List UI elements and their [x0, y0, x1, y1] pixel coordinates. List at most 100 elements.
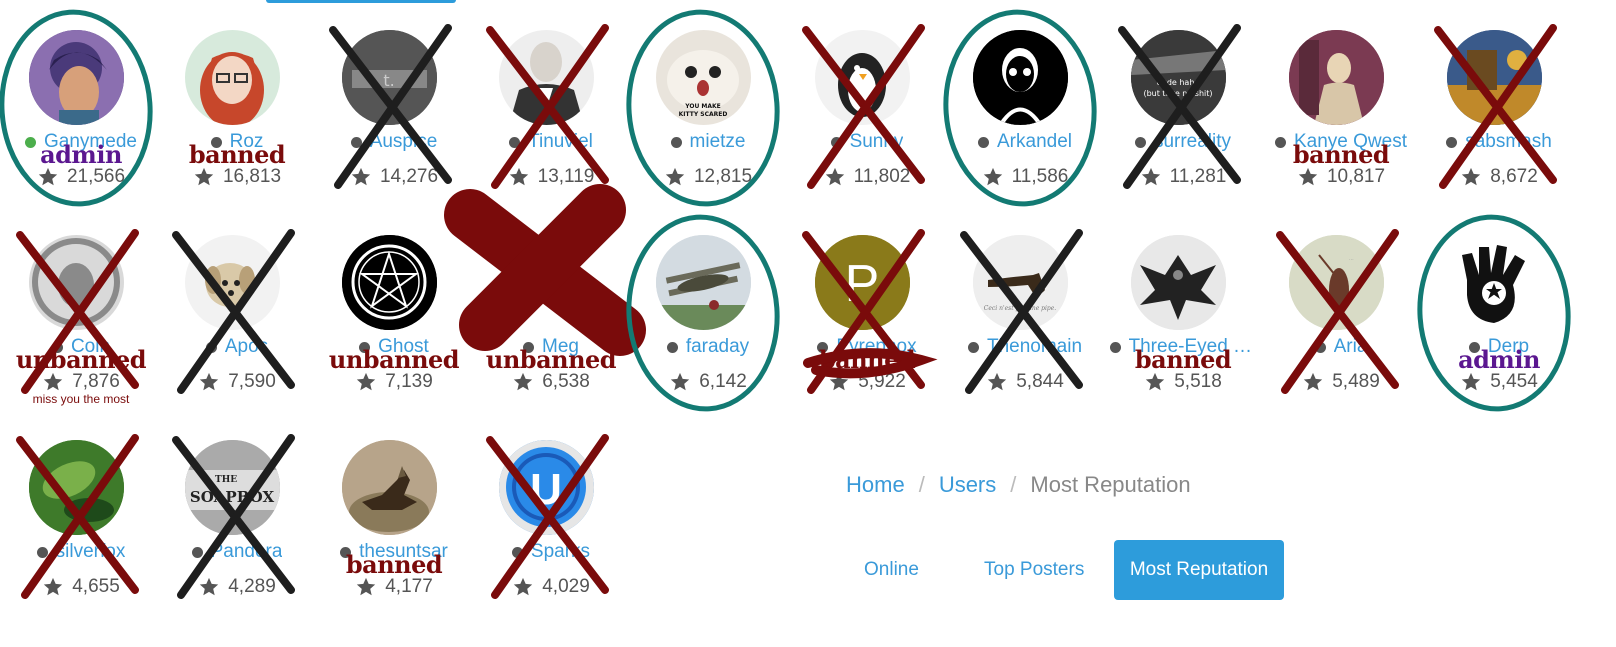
star-icon [665, 167, 685, 186]
user-avatar[interactable] [656, 235, 751, 330]
star-icon [44, 372, 63, 391]
user-card: Three-Eyed Crow 5,518 banned [1102, 205, 1257, 405]
user-card: Kanye Qwest 10,817 banned [1260, 0, 1410, 200]
user-name-link[interactable]: Apos [225, 336, 268, 358]
reputation-value: 4,029 [542, 576, 590, 597]
user-avatar[interactable] [29, 440, 124, 535]
user-avatar[interactable]: ... [1289, 235, 1384, 330]
user-name-link[interactable]: Thenomain [987, 336, 1082, 358]
user-name-link[interactable]: sabsmash [1465, 131, 1552, 153]
svg-text:YOU MAKE: YOU MAKE [684, 103, 721, 110]
user-avatar[interactable] [1447, 235, 1542, 330]
star-icon [200, 372, 219, 391]
banned-annotation: banned [1292, 140, 1390, 169]
star-icon [1462, 372, 1481, 391]
reputation-value: 10,817 [1326, 166, 1386, 187]
user-name-link[interactable]: Tinuviel [528, 131, 593, 153]
user-reputation: 4,289 [156, 575, 318, 599]
user-card: Ganymede 21,566 admin [0, 0, 150, 200]
user-name-link[interactable]: Pandora [211, 541, 283, 563]
user-avatar[interactable] [342, 440, 437, 535]
user-name-link[interactable]: silverfox [56, 541, 126, 563]
user-card: Sunny 11,802 [786, 0, 936, 200]
star-icon [357, 372, 376, 391]
star-icon [1146, 372, 1165, 391]
star-icon [1141, 167, 1160, 186]
breadcrumb-users-link[interactable]: Users [939, 472, 996, 498]
user-name-link[interactable]: Sparks [531, 541, 590, 563]
user-card: Meg 6,538 unbanned [470, 205, 620, 405]
svg-text:...: ... [1349, 256, 1354, 262]
svg-text:U: U [530, 465, 562, 514]
offline-status-icon [666, 341, 678, 353]
breadcrumb-home-link[interactable]: Home [846, 472, 905, 498]
star-icon [194, 167, 214, 186]
user-name-link[interactable]: Aria [1334, 336, 1368, 358]
user-name-row: Aria [1260, 335, 1422, 359]
user-avatar[interactable] [499, 235, 594, 330]
offline-status-icon [1446, 136, 1458, 148]
star-icon [514, 372, 533, 391]
user-avatar[interactable] [1447, 30, 1542, 125]
user-card: Derp 5,454 admin [1418, 205, 1568, 405]
breadcrumb-current: Most Reputation [1030, 472, 1191, 497]
user-avatar[interactable] [1289, 30, 1384, 125]
user-name-link[interactable]: surreality [1154, 131, 1231, 153]
user-card: Ghost 7,139 unbanned [313, 205, 463, 405]
unbanned-annotation: unbanned [485, 345, 617, 374]
svg-text:(but take no shit): (but take no shit) [1143, 89, 1212, 98]
star-icon [38, 167, 58, 186]
user-avatar[interactable]: Ceci n'est pas une pipe. [973, 235, 1068, 330]
offline-status-icon [350, 136, 362, 148]
user-name-link[interactable]: Sunny [850, 131, 904, 153]
user-card: Tinuviel 13,119 [470, 0, 620, 200]
user-avatar[interactable]: THE SOAPBOX [185, 440, 280, 535]
user-avatar[interactable] [342, 235, 437, 330]
user-name-row: Apos [156, 335, 318, 359]
user-avatar[interactable]: dude haha (but take no shit) [1131, 30, 1226, 125]
user-avatar[interactable]: YOU MAKE KITTY SCARED [656, 30, 751, 125]
user-avatar[interactable] [29, 30, 124, 125]
reputation-value: 4,655 [72, 576, 120, 597]
user-name-link[interactable]: Auspice [370, 131, 438, 153]
user-name-link[interactable]: faraday [686, 336, 749, 358]
user-card: Arkandel 11,586 [944, 0, 1094, 200]
user-avatar[interactable] [185, 30, 280, 125]
star-icon [825, 167, 844, 186]
star-icon [1462, 167, 1481, 186]
user-avatar[interactable] [499, 30, 594, 125]
user-card: Coin 7,876 unbanned miss you the most [0, 205, 150, 406]
star-icon [988, 372, 1007, 391]
user-name-row: Pandora [156, 540, 318, 564]
tab-most-reputation[interactable]: Most Reputation [1114, 540, 1284, 600]
user-avatar[interactable]: U [499, 440, 594, 535]
star-icon [44, 577, 63, 596]
offline-status-icon [36, 546, 48, 558]
user-avatar[interactable] [973, 30, 1068, 125]
user-avatar[interactable]: P [815, 235, 910, 330]
tab-top-posters[interactable]: Top Posters [962, 540, 1106, 600]
reputation-value: 4,289 [228, 576, 276, 597]
svg-text:THE: THE [215, 475, 237, 485]
user-reputation: 13,119 [470, 165, 632, 189]
offline-status-icon [509, 136, 521, 148]
reputation-value: 4,177 [385, 576, 433, 597]
user-avatar[interactable] [1131, 235, 1226, 330]
user-name-row: Arkandel [944, 130, 1106, 154]
user-card: U Sparks 4,029 [470, 410, 620, 610]
star-icon [200, 577, 219, 596]
reputation-value: 6,538 [542, 371, 590, 392]
user-avatar[interactable]: t. [342, 30, 437, 125]
tab-online[interactable]: Online [842, 540, 941, 600]
offline-status-icon [967, 341, 979, 353]
user-card: ... Aria 5,489 [1260, 205, 1410, 405]
user-name-row: Auspice [313, 130, 475, 154]
user-avatar[interactable] [815, 30, 910, 125]
user-reputation: 6,142 [627, 370, 789, 394]
user-name-row: surreality [1102, 130, 1264, 154]
user-name-link[interactable]: mietze [690, 131, 746, 153]
user-avatar[interactable] [185, 235, 280, 330]
reputation-value: 8,672 [1490, 166, 1538, 187]
user-avatar[interactable] [29, 235, 124, 330]
user-name-link[interactable]: Arkandel [997, 131, 1072, 153]
